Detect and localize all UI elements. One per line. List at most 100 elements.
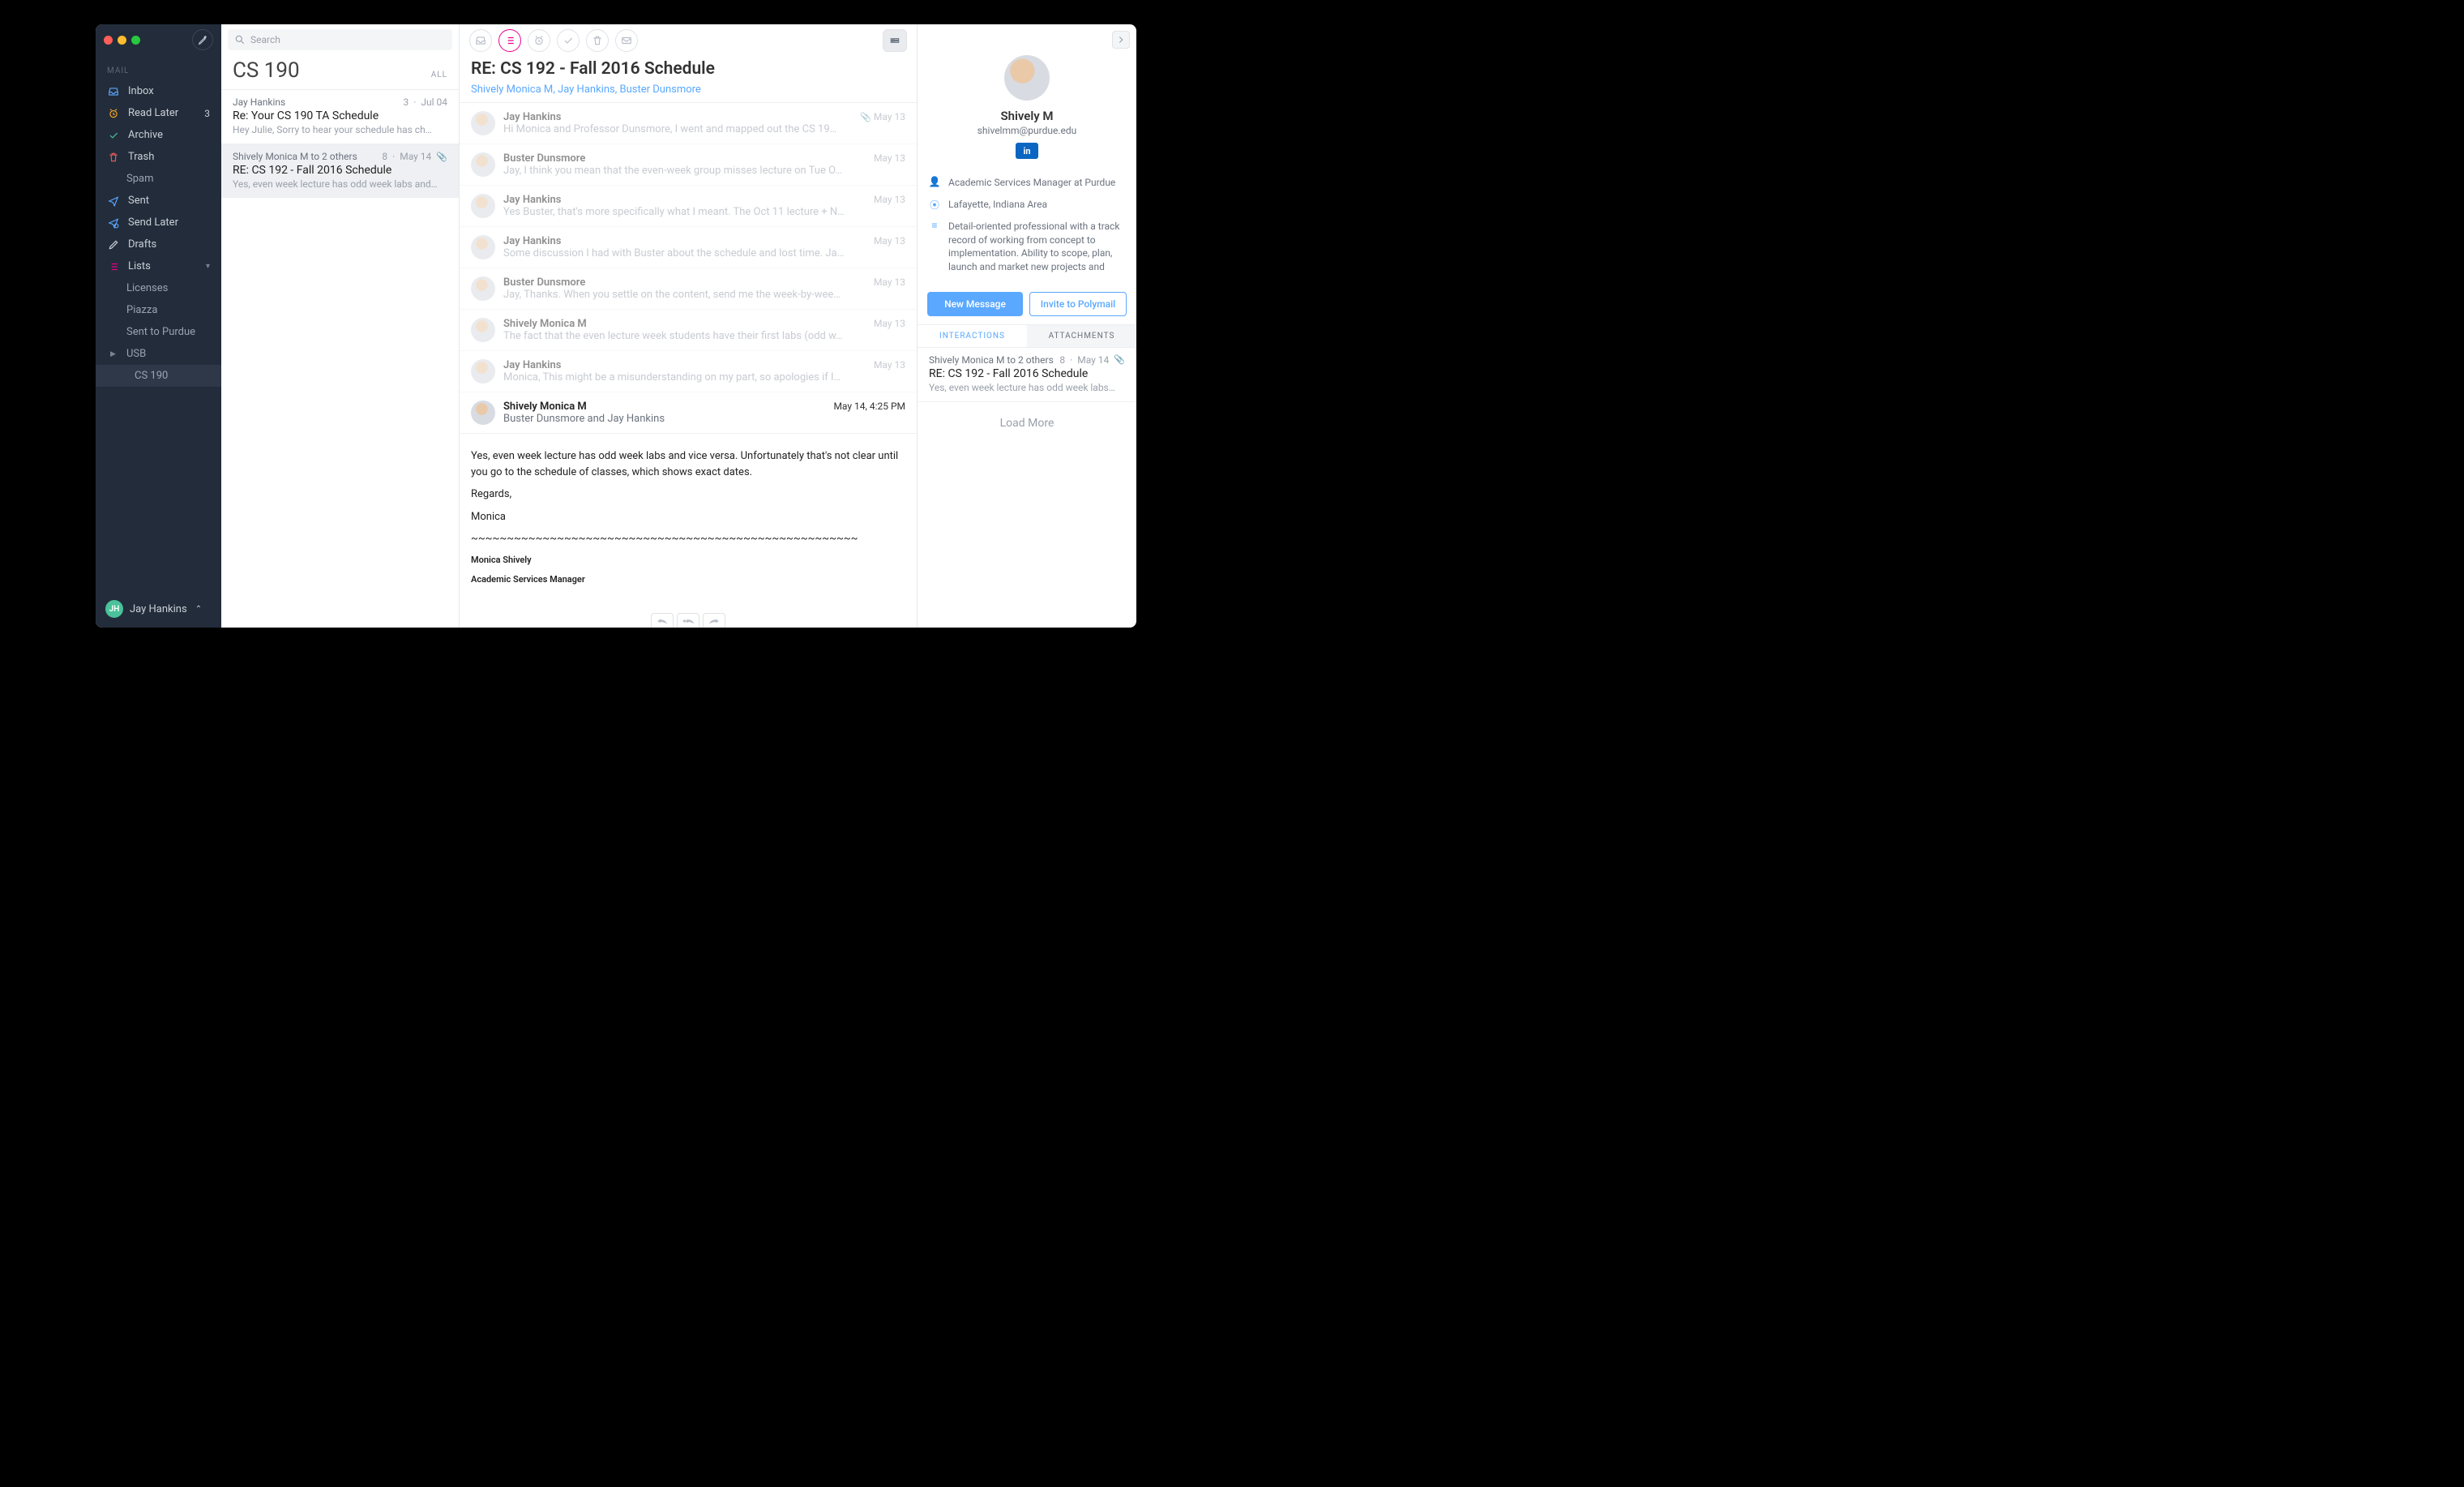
sidebar-item-label: Trash <box>128 151 154 163</box>
paperclip-icon: 📎 <box>436 152 447 162</box>
contact-email[interactable]: shivelmm@purdue.edu <box>977 125 1077 136</box>
message-from: Jay Hankins <box>233 96 285 108</box>
linkedin-badge[interactable]: in <box>1016 143 1038 159</box>
trash-icon <box>592 35 603 46</box>
sendlater-icon <box>107 217 120 229</box>
message-time: 📎 May 13 <box>860 111 905 122</box>
thread-messages: Jay Hankins📎 May 13Hi Monica and Profess… <box>460 102 917 628</box>
reply-button[interactable] <box>651 613 674 628</box>
thread-message-collapsed[interactable]: Jay Hankins📎 May 13Hi Monica and Profess… <box>460 103 917 144</box>
list-filter[interactable]: ALL <box>431 71 447 79</box>
sender-avatar <box>471 359 495 384</box>
sidebar-badge: 3 <box>204 108 210 119</box>
compose-button[interactable] <box>192 29 213 50</box>
app-window: MAIL InboxRead Later3ArchiveTrashSpamSen… <box>96 24 1136 628</box>
sidebar-item-spam[interactable]: Spam <box>96 168 221 190</box>
message-snippet: Yes, even week lecture has odd week labs… <box>233 178 447 190</box>
message-time: May 13 <box>874 235 905 246</box>
sender-name: Shively Monica M <box>503 318 587 330</box>
account-avatar: JH <box>105 600 123 618</box>
lists-icon <box>107 261 120 272</box>
traffic-minimize[interactable] <box>118 36 126 45</box>
sidebar-item-send-later[interactable]: Send Later <box>96 212 221 234</box>
message-count: 3 <box>403 96 409 108</box>
clock-icon <box>107 108 120 119</box>
sidebar-item-sent-to-purdue[interactable]: Sent to Purdue <box>96 321 221 343</box>
thread-column: RE: CS 192 - Fall 2016 Schedule Shively … <box>460 24 918 628</box>
thread-message-collapsed[interactable]: Buster DunsmoreMay 13Jay, I think you me… <box>460 144 917 186</box>
forward-button[interactable] <box>703 613 725 628</box>
thread-participants[interactable]: Shively Monica M, Jay Hankins, Buster Du… <box>471 84 905 96</box>
load-more-button[interactable]: Load More <box>918 402 1136 444</box>
sidebar-item-sent[interactable]: Sent <box>96 190 221 212</box>
message-subject: RE: CS 192 - Fall 2016 Schedule <box>929 367 1125 380</box>
chevron-right-icon <box>1115 34 1127 45</box>
message-list-item[interactable]: Shively Monica M to 2 others8·May 14📎RE:… <box>221 144 459 198</box>
sidebar-item-archive[interactable]: Archive <box>96 124 221 146</box>
draft-icon <box>107 239 120 251</box>
sidebar-item-drafts[interactable]: Drafts <box>96 234 221 255</box>
message-time: May 13 <box>874 318 905 329</box>
sidebar-item-inbox[interactable]: Inbox <box>96 80 221 102</box>
chevron-up-icon: ⌃ <box>195 605 202 614</box>
sidebar-item-cs-190[interactable]: CS 190 <box>96 365 221 387</box>
thread-message-collapsed[interactable]: Jay HankinsMay 13Yes Buster, that's more… <box>460 186 917 227</box>
paperclip-icon: 📎 <box>1114 354 1125 365</box>
traffic-close[interactable] <box>104 36 113 45</box>
thread-toolbar <box>460 24 917 56</box>
contact-profile: Shively M shivelmm@purdue.edu in <box>918 55 1136 169</box>
contact-name: Shively M <box>1000 109 1053 123</box>
search-icon <box>234 34 246 45</box>
toolbar-snooze-button[interactable] <box>528 29 550 52</box>
chevron-down-icon: ▾ <box>206 262 210 271</box>
contact-avatar <box>1004 55 1050 101</box>
sidebar-item-label: Read Later <box>128 107 178 119</box>
thread-message-collapsed[interactable]: Buster DunsmoreMay 13Jay, Thanks. When y… <box>460 268 917 310</box>
message-preview: Some discussion I had with Buster about … <box>503 247 905 259</box>
contact-bio: Detail-oriented professional with a trac… <box>948 220 1125 276</box>
tab-attachments[interactable]: ATTACHMENTS <box>1027 325 1136 347</box>
sidebar-item-label: CS 190 <box>135 370 168 382</box>
list-header: CS 190 ALL <box>221 50 459 89</box>
invite-button[interactable]: Invite to Polymail <box>1029 292 1127 316</box>
message-list-item[interactable]: Jay Hankins3·Jul 04Re: Your CS 190 TA Sc… <box>221 89 459 144</box>
sender-avatar <box>471 235 495 259</box>
sidebar-item-trash[interactable]: Trash <box>96 146 221 168</box>
sidebar-item-piazza[interactable]: Piazza <box>96 299 221 321</box>
toolbar-inbox-button[interactable] <box>469 29 492 52</box>
sidebar-item-read-later[interactable]: Read Later 3 <box>96 102 221 124</box>
message-count: 8 <box>1059 354 1065 366</box>
search-input[interactable]: Search <box>228 29 452 50</box>
thread-message-collapsed[interactable]: Jay HankinsMay 13Some discussion I had w… <box>460 227 917 268</box>
sidebar-item-usb[interactable]: ▶USB <box>96 343 221 365</box>
contact-pane: Shively M shivelmm@purdue.edu in 👤 Academ… <box>918 24 1136 628</box>
sender-name: Shively Monica M <box>503 401 587 413</box>
thread-message-collapsed[interactable]: Jay HankinsMay 13Monica, This might be a… <box>460 351 917 392</box>
person-icon: 👤 <box>929 176 940 190</box>
thread-message-collapsed[interactable]: Shively Monica MMay 13The fact that the … <box>460 310 917 351</box>
traffic-zoom[interactable] <box>131 36 140 45</box>
toolbar-trash-button[interactable] <box>586 29 609 52</box>
sidebar-item-licenses[interactable]: Licenses <box>96 277 221 299</box>
toolbar-activity-button[interactable] <box>883 29 907 52</box>
toolbar-done-button[interactable] <box>557 29 580 52</box>
check-icon <box>107 130 120 141</box>
collapse-pane-button[interactable] <box>1112 31 1130 49</box>
sidebar-item-lists[interactable]: Lists▾ <box>96 255 221 277</box>
message-list-item[interactable]: Shively Monica M to 2 others8·May 14📎RE:… <box>918 348 1136 402</box>
contact-title: Academic Services Manager at Purdue <box>948 176 1125 190</box>
sidebar-account[interactable]: JH Jay Hankins ⌃ <box>96 590 221 628</box>
reply-all-button[interactable] <box>677 613 699 628</box>
message-date: May 14 <box>400 151 431 162</box>
message-time: May 13 <box>874 194 905 205</box>
sender-name: Jay Hankins <box>503 359 561 371</box>
message-from: Shively Monica M to 2 others <box>233 151 357 162</box>
toolbar-unread-button[interactable] <box>615 29 638 52</box>
toolbar-list-button[interactable] <box>498 29 521 52</box>
mail-icon <box>621 35 632 46</box>
inbox-icon <box>107 86 120 97</box>
sender-avatar <box>471 401 495 425</box>
check-icon <box>563 35 574 46</box>
tab-interactions[interactable]: INTERACTIONS <box>918 325 1027 347</box>
new-message-button[interactable]: New Message <box>927 292 1023 316</box>
